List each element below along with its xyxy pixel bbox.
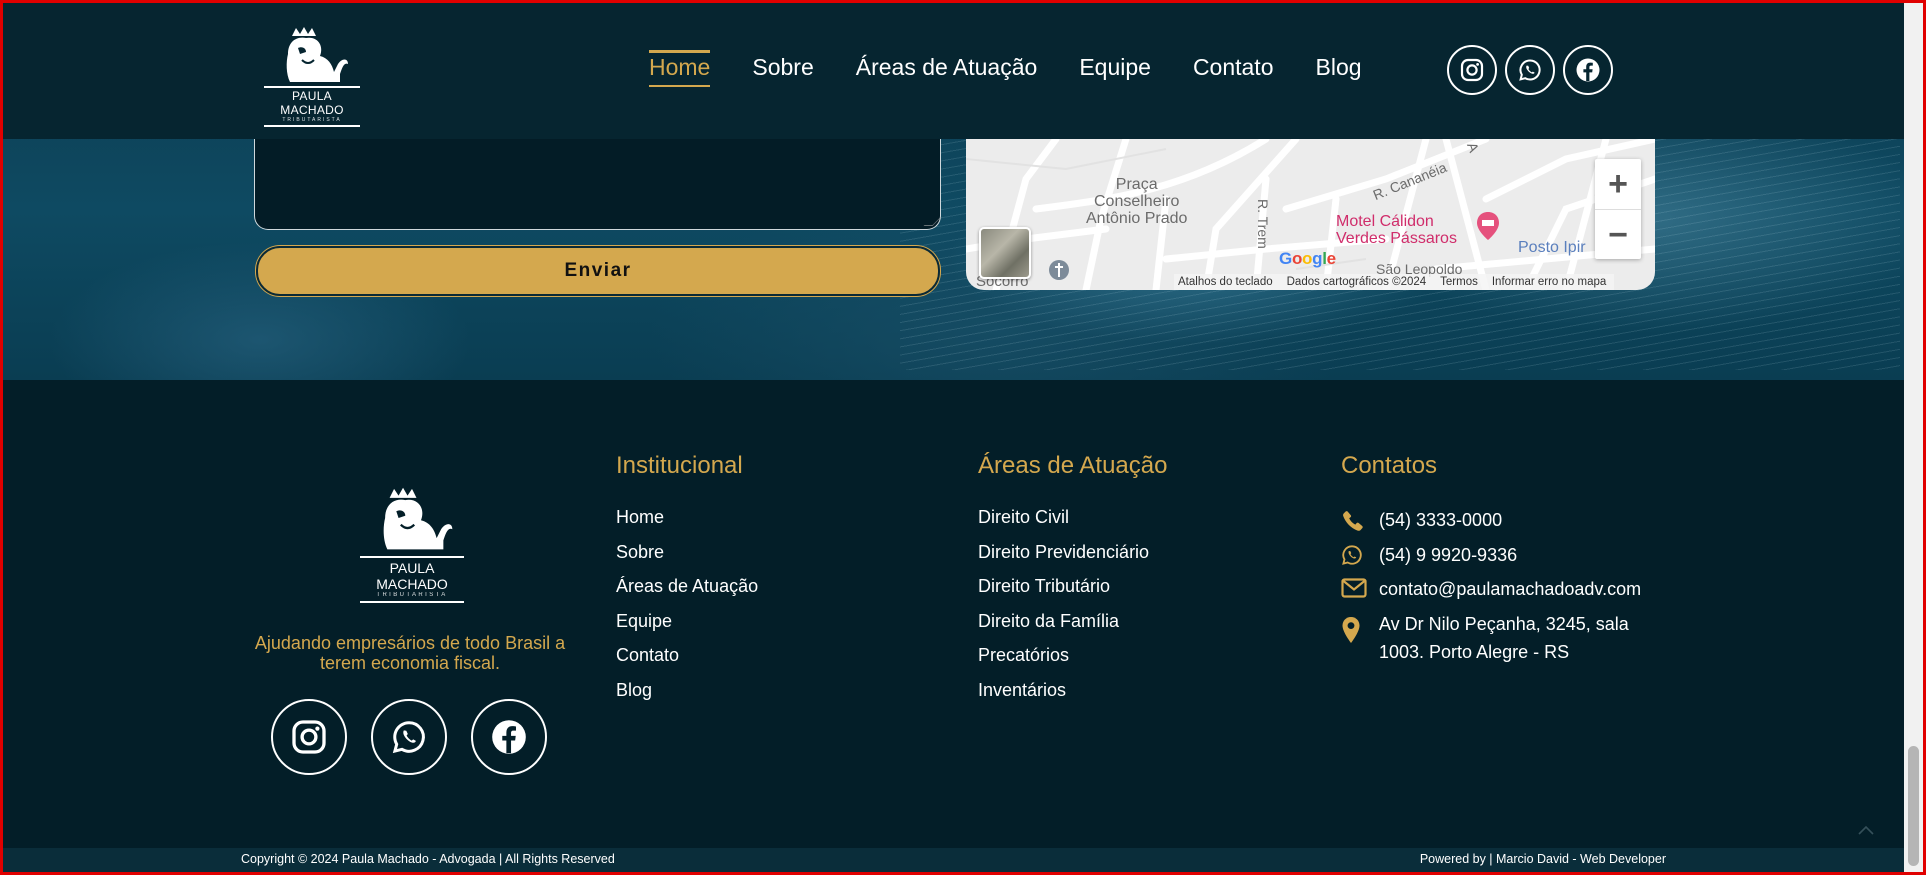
footer-link-previdenciario[interactable]: Direito Previdenciário <box>978 542 1149 577</box>
map-label-praca: Praça Conselheiro Antônio Prado <box>1086 176 1188 227</box>
site-header: PAULA MACHADO TRIBUTARISTA Home Sobre Ár… <box>0 0 1904 139</box>
contatos-title: Contatos <box>1341 452 1438 479</box>
whatsapp-number: (54) 9 9920-9336 <box>1379 544 1518 565</box>
contact-address[interactable]: Av Dr Nilo Peçanha, 3245, sala 1003. Por… <box>1341 610 1641 666</box>
footer-link-tributario[interactable]: Direito Tributário <box>978 576 1149 611</box>
footer-link-inventarios[interactable]: Inventários <box>978 680 1149 715</box>
footer-logo-subtitle: TRIBUTARISTA <box>376 592 448 598</box>
instagram-icon <box>292 720 326 754</box>
footer-social <box>271 699 547 775</box>
nav-contato[interactable]: Contato <box>1193 52 1274 81</box>
map-label-hotel: Motel Cálidon Verdes Pássaros <box>1336 213 1457 247</box>
email-address: contato@paulamachadoadv.com <box>1379 579 1642 599</box>
whatsapp-icon <box>1342 544 1362 565</box>
header-logo[interactable]: PAULA MACHADO TRIBUTARISTA <box>262 24 362 127</box>
map-data-text: Dados cartográficos ©2024 <box>1286 276 1427 288</box>
satellite-toggle[interactable] <box>979 227 1031 279</box>
zoom-out-button[interactable]: − <box>1595 210 1641 260</box>
lion-logo-icon <box>286 27 348 82</box>
nav-equipe[interactable]: Equipe <box>1079 52 1151 81</box>
phone-number: (54) 3333-0000 <box>1379 510 1503 530</box>
footer-instagram-button[interactable] <box>271 699 347 775</box>
report-error-link[interactable]: Informar erro no mapa <box>1492 276 1606 288</box>
page-scrollbar[interactable] <box>1904 0 1923 875</box>
contact-email[interactable]: contato@paulamachadoadv.com <box>1341 575 1641 610</box>
nav-areas[interactable]: Áreas de Atuação <box>856 52 1038 81</box>
whatsapp-button[interactable] <box>1505 45 1555 95</box>
contact-list: (54) 3333-0000 (54) 9 9920-9336 contato@… <box>1341 506 1641 666</box>
institucional-links: Home Sobre Áreas de Atuação Equipe Conta… <box>616 507 758 714</box>
google-logo: Google <box>1279 249 1336 268</box>
map-label-posto: Posto Ipir <box>1518 239 1586 256</box>
footer-link-areas[interactable]: Áreas de Atuação <box>616 576 758 611</box>
powered-by-text[interactable]: Powered by | Marcio David - Web Develope… <box>1420 852 1666 866</box>
map-label-street-tre: R. Trem <box>1255 199 1271 249</box>
facebook-button[interactable] <box>1563 45 1613 95</box>
submit-button[interactable]: Enviar <box>256 246 940 296</box>
footer-link-precatorios[interactable]: Precatórios <box>978 645 1149 680</box>
scroll-to-top-icon[interactable] <box>1856 820 1876 840</box>
footer-link-sobre[interactable]: Sobre <box>616 542 758 577</box>
footer-tagline: Ajudando empresários de todo Brasil a te… <box>254 633 566 673</box>
address-text: Av Dr Nilo Peçanha, 3245, sala 1003. Por… <box>1379 613 1629 662</box>
footer-link-contato[interactable]: Contato <box>616 645 758 680</box>
footer-whatsapp-button[interactable] <box>371 699 447 775</box>
hotel-pin-icon[interactable] <box>1475 211 1501 241</box>
nav-sobre[interactable]: Sobre <box>752 52 813 81</box>
phone-icon <box>1343 511 1363 531</box>
nav-home[interactable]: Home <box>649 50 711 87</box>
copyright-bar: Copyright © 2024 Paula Machado - Advogad… <box>0 848 1904 872</box>
contact-whatsapp[interactable]: (54) 9 9920-9336 <box>1341 541 1641 576</box>
footer-link-direito-civil[interactable]: Direito Civil <box>978 507 1149 542</box>
header-social <box>1447 45 1613 95</box>
footer-facebook-button[interactable] <box>471 699 547 775</box>
church-pin-icon[interactable] <box>1048 259 1070 281</box>
location-pin-icon <box>1342 616 1360 643</box>
logo-subtitle: TRIBUTARISTA <box>282 117 342 123</box>
areas-links: Direito Civil Direito Previdenciário Dir… <box>978 507 1149 714</box>
footer-logo[interactable]: PAULA MACHADO TRIBUTARISTA <box>356 483 468 603</box>
envelope-icon <box>1341 578 1367 598</box>
institucional-title: Institucional <box>616 452 743 479</box>
footer-link-blog[interactable]: Blog <box>616 680 758 715</box>
facebook-icon <box>1576 58 1600 82</box>
footer-link-equipe[interactable]: Equipe <box>616 611 758 646</box>
zoom-in-button[interactable]: + <box>1595 159 1641 210</box>
keyboard-shortcuts-link[interactable]: Atalhos do teclado <box>1178 276 1273 288</box>
instagram-button[interactable] <box>1447 45 1497 95</box>
scrollbar-thumb[interactable] <box>1908 746 1919 866</box>
nav-blog[interactable]: Blog <box>1316 52 1362 81</box>
main-nav: Home Sobre Áreas de Atuação Equipe Conta… <box>649 50 1404 87</box>
logo-name: PAULA MACHADO <box>280 89 344 117</box>
terms-link[interactable]: Termos <box>1440 276 1478 288</box>
footer-logo-name: PAULA MACHADO <box>376 560 448 592</box>
instagram-icon <box>1460 58 1484 82</box>
whatsapp-icon <box>1519 59 1541 81</box>
contact-phone[interactable]: (54) 3333-0000 <box>1341 506 1641 541</box>
footer-link-familia[interactable]: Direito da Família <box>978 611 1149 646</box>
whatsapp-icon <box>392 721 425 754</box>
copyright-text: Copyright © 2024 Paula Machado - Advogad… <box>241 852 615 866</box>
facebook-icon <box>492 720 526 754</box>
google-map[interactable]: Praça Conselheiro Antônio Prado R. Canan… <box>966 139 1655 290</box>
areas-title: Áreas de Atuação <box>978 452 1168 479</box>
map-attribution: Atalhos do teclado Dados cartográficos ©… <box>1174 274 1615 290</box>
footer-link-home[interactable]: Home <box>616 507 758 542</box>
lion-logo-icon <box>383 487 453 550</box>
zoom-controls: + − <box>1595 159 1641 259</box>
